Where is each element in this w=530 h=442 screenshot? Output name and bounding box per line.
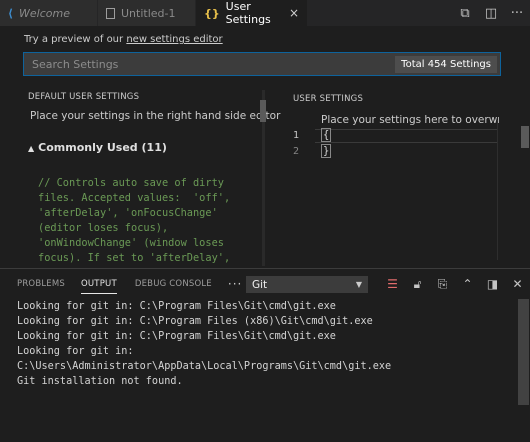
commonly-used-section[interactable]: ▲ Commonly Used (11) [28,141,167,154]
preview-prefix: Try a preview of our [24,34,127,45]
toggle-panel-position-icon[interactable]: ◨ [480,275,505,293]
output-line: Looking for git in: C:\Program Files (x8… [17,316,373,327]
editor-ruler [497,120,498,260]
output-line: Looking for git in: C:\Program Files\Git… [17,301,336,312]
settings-search-box: Total 454 Settings [23,52,501,76]
file-icon [106,7,115,19]
section-label: Commonly Used (11) [38,141,167,154]
default-settings-scrollbar-thumb[interactable] [260,100,266,122]
close-brace: } [321,144,332,158]
tab-welcome[interactable]: ⟨ Welcome [0,0,98,26]
user-settings-hint: Place your settings here to overwrite [321,114,499,126]
default-settings-comment: // Controls auto save of dirty files. Acc… [38,176,230,266]
search-settings-input[interactable] [24,57,396,71]
comment-line: 'afterDelay', 'onFocusChange' [38,207,218,219]
output-line: Git installation not found. [17,376,183,387]
default-settings-title: DEFAULT USER SETTINGS [28,92,140,102]
json-braces-icon: {} [204,6,220,20]
comment-line: (editor loses focus), [38,222,169,234]
output-log: Looking for git in: C:\Program Files\Git… [17,299,391,389]
output-line: C:\Users\Administrator\AppData\Local\Pro… [17,361,392,372]
tab-problems[interactable]: PROBLEMS [17,275,65,293]
panel-actions: ☰ 🔓︎ ⎘ ⌃ ◨ ✕ [380,275,530,293]
open-settings-json-icon[interactable]: ⧉ [452,6,478,21]
editor-actions: ⧉ ◫ ··· [452,0,530,26]
current-line-highlight [315,129,497,143]
channel-value: Git [252,278,268,291]
default-settings-description: Place your settings in the right hand si… [30,110,281,122]
tab-output[interactable]: OUTPUT [81,275,117,294]
more-actions-icon[interactable]: ··· [504,6,530,21]
tab-label: Welcome [19,6,70,20]
close-panel-icon[interactable]: ✕ [505,275,530,293]
code-line[interactable]: { [321,128,332,142]
close-icon[interactable]: × [289,6,299,20]
line-number: 1 [292,130,299,141]
tab-debug-console[interactable]: DEBUG CONSOLE [135,275,212,293]
line-number: 2 [292,146,299,157]
total-settings-badge: Total 454 Settings [395,55,497,73]
code-line[interactable]: } [321,144,332,158]
settings-preview-notice: Try a preview of our new settings editor [24,34,223,45]
comment-line: // Controls auto save of dirty [38,177,224,189]
editor-tab-bar: ⟨ Welcome Untitled-1 {} User Settings × … [0,0,530,26]
user-settings-scrollbar-thumb[interactable] [521,126,529,148]
output-scrollbar-thumb[interactable] [518,299,529,405]
tab-label: Untitled-1 [121,6,176,20]
tab-user-settings[interactable]: {} User Settings × [196,0,308,26]
tab-label: User Settings [225,0,271,26]
vscode-logo-icon: ⟨ [8,6,14,20]
open-log-file-icon[interactable]: ⎘ [430,275,455,293]
collapse-triangle-icon: ▲ [28,144,35,153]
output-line: Looking for git in: C:\Program Files\Git… [17,331,336,342]
open-brace: { [321,128,332,142]
split-editor-icon[interactable]: ◫ [478,6,504,21]
output-panel: PROBLEMS OUTPUT DEBUG CONSOLE ··· Git ▼ … [0,268,530,442]
more-panels-icon[interactable]: ··· [228,273,242,295]
comment-line: files. Accepted values: 'off', [38,192,231,204]
new-settings-editor-link[interactable]: new settings editor [126,34,222,45]
lock-scroll-icon[interactable]: 🔓︎ [405,275,430,293]
chevron-down-icon: ▼ [355,280,362,289]
output-channel-select[interactable]: Git ▼ [246,276,368,293]
comment-line: focus). If set to 'afterDelay', [38,252,231,264]
clear-output-icon[interactable]: ☰ [380,275,405,293]
user-settings-title: USER SETTINGS [293,94,364,104]
comment-line: 'onWindowChange' (window loses [38,237,224,249]
maximize-panel-icon[interactable]: ⌃ [455,275,480,293]
output-line: Looking for git in: [17,346,134,357]
tab-untitled-1[interactable]: Untitled-1 [98,0,196,26]
